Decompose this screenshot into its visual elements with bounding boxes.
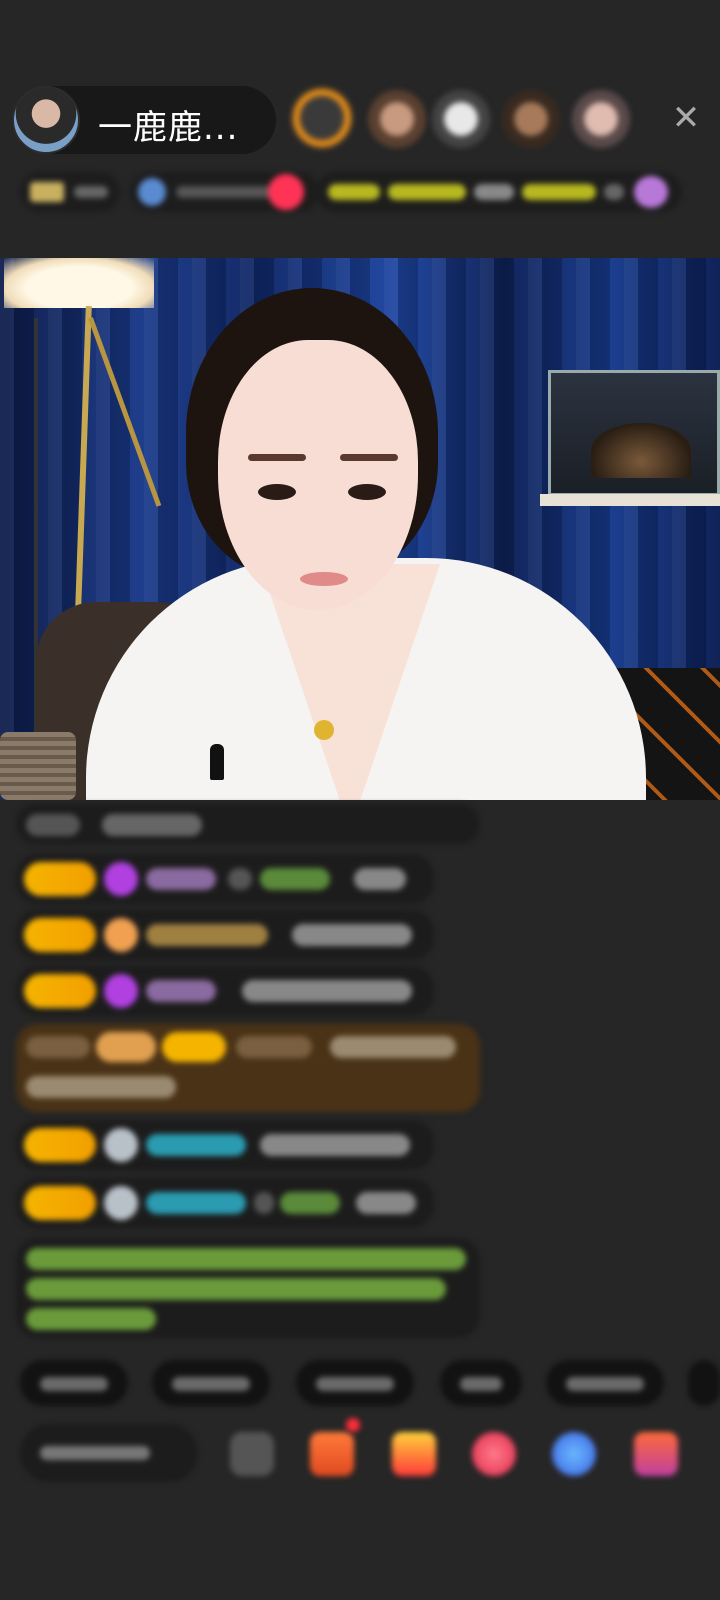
host-avatar[interactable]: [12, 86, 80, 154]
chat-notice-green: [16, 1238, 480, 1338]
quick-reply-5[interactable]: [546, 1360, 664, 1406]
chat-message-2[interactable]: [16, 910, 434, 960]
more-options-icon[interactable]: [230, 1432, 274, 1476]
basket: [0, 732, 76, 800]
close-icon[interactable]: ✕: [668, 100, 704, 136]
tank-shelf: [540, 494, 720, 506]
viewer-avatar-top2[interactable]: [368, 90, 426, 148]
chat-message-1[interactable]: [16, 854, 434, 904]
heart-gift-icon[interactable]: [472, 1432, 516, 1476]
quick-reply-4[interactable]: [440, 1360, 522, 1406]
viewer-avatar-top3[interactable]: [432, 90, 490, 148]
live-video-stream[interactable]: [0, 258, 720, 800]
quick-reply-3[interactable]: [296, 1360, 414, 1406]
quick-reply-1[interactable]: [20, 1360, 128, 1406]
chat-message-4[interactable]: [16, 1120, 434, 1170]
activity-chip[interactable]: [316, 172, 682, 212]
fish-tank: [548, 370, 720, 496]
viewer-avatar-top5[interactable]: [572, 90, 630, 148]
host-info-pill[interactable]: 一鹿鹿...: [12, 86, 276, 154]
chat-input-pill[interactable]: [20, 1424, 198, 1482]
viewer-avatar-top1[interactable]: [288, 84, 356, 152]
host-name[interactable]: 一鹿鹿...: [98, 100, 238, 149]
game-icon[interactable]: [552, 1432, 596, 1476]
chat-message-3[interactable]: [16, 966, 434, 1016]
notification-dot: [346, 1418, 360, 1432]
status-row: [20, 172, 710, 218]
chat-message-highlight[interactable]: [16, 1024, 480, 1112]
viewer-avatar-top4[interactable]: [502, 90, 560, 148]
chat-message-system[interactable]: [16, 804, 480, 844]
shop-icon[interactable]: [634, 1432, 678, 1476]
treasure-icon[interactable]: [392, 1432, 436, 1476]
rank-chip[interactable]: [20, 172, 120, 212]
quick-reply-2[interactable]: [152, 1360, 270, 1406]
gift-box-icon[interactable]: [310, 1432, 354, 1476]
quick-reply-6[interactable]: [688, 1360, 720, 1406]
gift-chip-icon[interactable]: [268, 174, 304, 210]
chat-message-5[interactable]: [16, 1178, 434, 1228]
